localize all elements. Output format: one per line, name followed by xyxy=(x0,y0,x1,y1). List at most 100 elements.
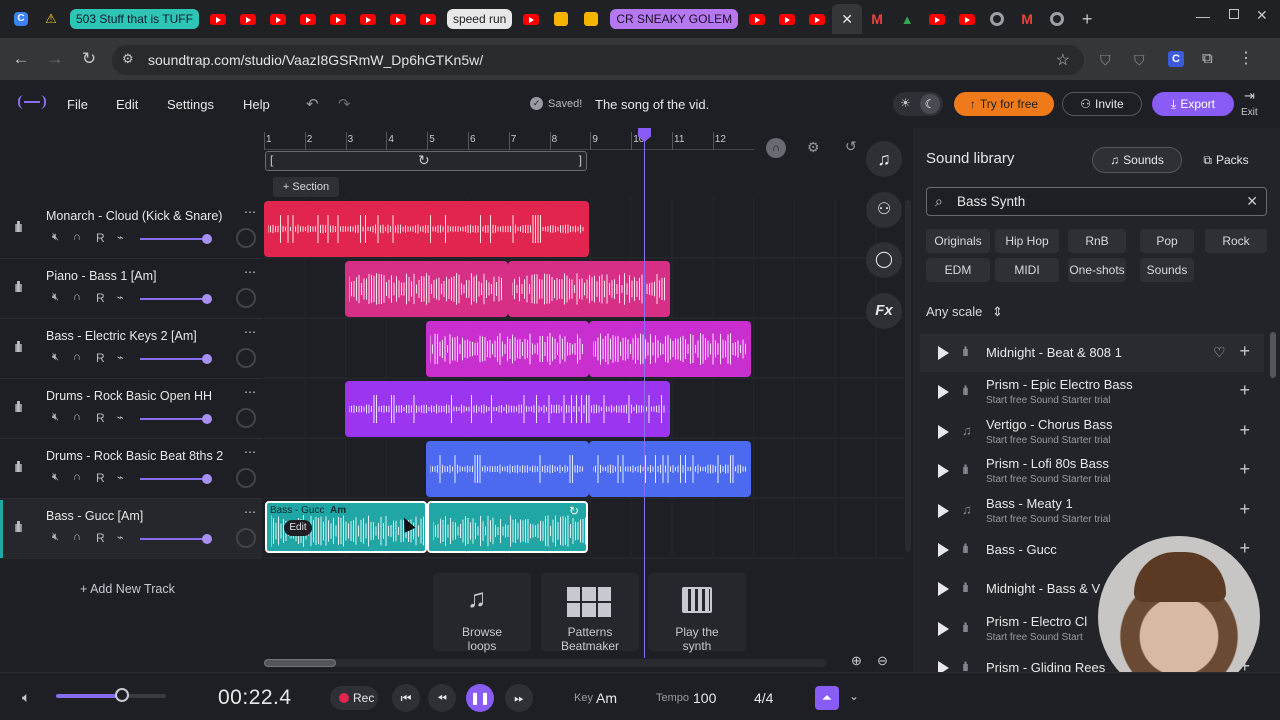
track-header[interactable]: ıllı Bass - Electric Keys 2 [Am] ⋯ 🔇︎ ∩ R ⌁ xyxy=(0,319,262,379)
tab-drive-icon[interactable]: ⚠ xyxy=(36,4,66,34)
track-name[interactable]: Piano - Bass 1 [Am] xyxy=(46,269,156,283)
youtube-icon[interactable] xyxy=(383,4,413,34)
loop-icon[interactable]: ↻ xyxy=(418,152,430,169)
headphones-icon[interactable]: ∩ xyxy=(766,138,786,158)
add-new-track-button[interactable]: + Add New Track xyxy=(80,582,175,596)
window-restore-icon[interactable] xyxy=(1229,9,1239,19)
tab-group-speedrun[interactable]: speed run xyxy=(446,9,513,29)
record-arm-button[interactable]: R xyxy=(96,231,105,245)
audio-clip[interactable] xyxy=(508,261,670,317)
new-tab-icon[interactable]: + xyxy=(1072,4,1102,34)
mute-icon[interactable]: 🔇︎ xyxy=(52,471,59,484)
youtube-icon[interactable] xyxy=(323,4,353,34)
browser-menu-icon[interactable]: ⋮ xyxy=(1238,48,1254,68)
track-name[interactable]: Bass - Gucc [Am] xyxy=(46,509,143,523)
automation-icon[interactable]: ⌁ xyxy=(117,471,124,484)
tab-canva-icon[interactable]: C xyxy=(6,4,36,34)
track-volume-slider[interactable] xyxy=(140,538,210,540)
audio-clip[interactable] xyxy=(589,321,751,377)
favorite-heart-icon[interactable]: ♡ xyxy=(1213,344,1226,361)
menu-help[interactable]: Help xyxy=(243,97,270,112)
theme-toggle[interactable]: ☀ ☾ xyxy=(893,92,943,116)
solo-headphones-icon[interactable]: ∩ xyxy=(73,351,81,363)
track-volume-slider[interactable] xyxy=(140,238,210,240)
playhead[interactable] xyxy=(644,128,645,658)
track-menu-icon[interactable]: ⋯ xyxy=(244,505,256,519)
track-name[interactable]: Monarch - Cloud (Kick & Snare) xyxy=(46,209,222,223)
genre-tag[interactable]: EDM xyxy=(926,258,990,282)
tab-group-golem[interactable]: CR SNEAKY GOLEM xyxy=(610,9,739,29)
genre-tag[interactable]: Sounds xyxy=(1140,258,1194,282)
solo-headphones-icon[interactable]: ∩ xyxy=(73,291,81,303)
chrome-icon[interactable] xyxy=(1042,4,1072,34)
track-name[interactable]: Drums - Rock Basic Beat 8ths 2 xyxy=(46,449,223,463)
genre-tag[interactable]: Originals xyxy=(926,229,990,253)
track-pan-knob[interactable] xyxy=(236,408,256,428)
address-bar[interactable]: ⚙ soundtrap.com/studio/VaazI8GSRmW_Dp6hG… xyxy=(112,45,1084,75)
genre-tag[interactable]: Hip Hop xyxy=(995,229,1059,253)
automation-icon[interactable]: ⌁ xyxy=(117,291,124,304)
scrollbar-thumb[interactable] xyxy=(264,659,336,667)
zoom-out-icon[interactable]: ⊖ xyxy=(877,653,888,669)
record-arm-button[interactable]: R xyxy=(96,531,105,545)
track-volume-slider[interactable] xyxy=(140,418,210,420)
play-icon[interactable] xyxy=(938,464,949,479)
extension-shield-icon[interactable]: ⛉ xyxy=(1134,52,1145,69)
master-volume-slider[interactable] xyxy=(56,688,166,702)
youtube-icon[interactable] xyxy=(952,4,982,34)
active-tab-close-icon[interactable]: ✕ xyxy=(832,4,863,34)
track-volume-slider[interactable] xyxy=(140,298,210,300)
gmail-icon[interactable]: M xyxy=(1012,4,1042,34)
add-icon[interactable]: + xyxy=(1239,341,1250,362)
solo-headphones-icon[interactable]: ∩ xyxy=(73,471,81,483)
youtube-icon[interactable] xyxy=(772,4,802,34)
solo-headphones-icon[interactable]: ∩ xyxy=(73,531,81,543)
solo-headphones-icon[interactable]: ∩ xyxy=(73,231,81,243)
export-button[interactable]: ⤓ Export xyxy=(1152,92,1234,116)
play-icon[interactable] xyxy=(938,346,949,360)
scale-selector[interactable]: Any scale ⇕ xyxy=(926,304,1003,320)
track-header[interactable]: ıllı Drums - Rock Basic Open HH ⋯ 🔇︎ ∩ R ⌁ xyxy=(0,379,262,439)
track-menu-icon[interactable]: ⋯ xyxy=(244,325,256,339)
key-value[interactable]: Am xyxy=(596,690,617,706)
extensions-puzzle-icon[interactable]: ⧉ xyxy=(1202,50,1213,67)
track-volume-thumb[interactable] xyxy=(202,234,212,244)
patterns-beatmaker-button[interactable]: Patterns Beatmaker xyxy=(541,573,639,653)
automation-icon[interactable]: ⌁ xyxy=(117,351,124,364)
add-section-button[interactable]: + Section xyxy=(273,177,339,197)
track-menu-icon[interactable]: ⋯ xyxy=(244,385,256,399)
clear-search-icon[interactable]: ✕ xyxy=(1246,193,1258,210)
track-volume-thumb[interactable] xyxy=(202,414,212,424)
track-pan-knob[interactable] xyxy=(236,528,256,548)
track-menu-icon[interactable]: ⋯ xyxy=(244,265,256,279)
extension-c-icon[interactable]: C xyxy=(1168,51,1184,67)
genre-tag[interactable]: RnB xyxy=(1068,229,1126,253)
genre-tag[interactable]: Pop xyxy=(1140,229,1194,253)
play-icon[interactable] xyxy=(938,543,949,557)
back-arrow-icon[interactable]: ← xyxy=(4,42,38,76)
invite-button[interactable]: ⚇ Invite xyxy=(1062,92,1142,116)
track-menu-icon[interactable]: ⋯ xyxy=(244,445,256,459)
mute-icon[interactable]: 🔇︎ xyxy=(52,291,59,304)
window-minimize-icon[interactable]: — xyxy=(1196,8,1210,24)
undo-icon[interactable]: ↶ xyxy=(306,95,319,113)
drive-icon[interactable]: ▲ xyxy=(892,4,922,34)
genre-tag[interactable]: MIDI xyxy=(995,258,1059,282)
exit-label[interactable]: Exit xyxy=(1241,107,1258,118)
timeline-settings-gear-icon[interactable]: ⚙ xyxy=(807,139,820,156)
audio-clip[interactable] xyxy=(426,321,589,377)
library-item[interactable]: ıllı Prism - Lofi 80s Bass Start free Soun… xyxy=(920,452,1264,490)
library-search-field[interactable]: ⌕ Bass Synth ✕ xyxy=(926,187,1267,216)
chat-bubble-icon[interactable]: ◯ xyxy=(866,242,902,278)
time-signature[interactable]: 4/4 xyxy=(754,690,773,706)
clip-edit-button[interactable]: Edit xyxy=(284,520,312,536)
track-menu-icon[interactable]: ⋯ xyxy=(244,205,256,219)
loop-region[interactable]: [ ↻ ] xyxy=(265,151,587,171)
fx-icon[interactable]: Fx xyxy=(866,293,902,329)
skip-to-start-icon[interactable]: ⏮︎ xyxy=(392,684,420,712)
exit-icon[interactable]: ⇥ xyxy=(1244,88,1255,104)
track-pan-knob[interactable] xyxy=(236,468,256,488)
tab-group-tuff[interactable]: 503 Stuff that is TUFF xyxy=(70,9,199,29)
automation-icon[interactable]: ⌁ xyxy=(117,231,124,244)
sound-library-tool-button[interactable]: ♫ xyxy=(866,141,902,177)
